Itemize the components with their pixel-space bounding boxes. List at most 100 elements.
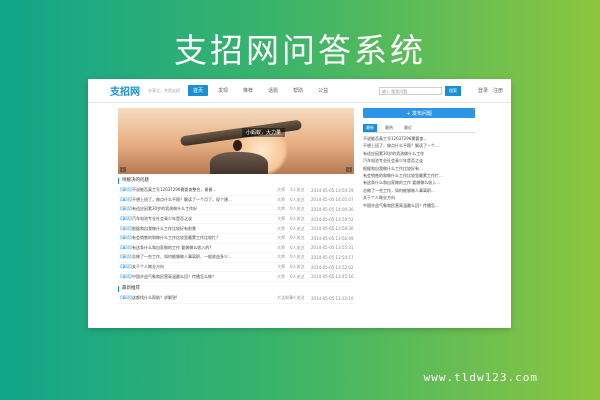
question-follow-count: 0人关注 — [290, 216, 305, 222]
website-screenshot: 支招网 分享之，共同支招 首页 发现 推荐 话题 帮助 公益 输入 搜索问题 搜… — [88, 79, 511, 328]
sidebar-question-item[interactable]: 总做了一些工作，如何能够做人事离职... — [363, 187, 475, 194]
question-category[interactable]: 【事项】 — [118, 216, 134, 222]
question-title[interactable]: 不说能否真工号12037296需要查整合，谢谢... — [132, 187, 277, 193]
question-title[interactable]: 有会销售的和做什么工作比较里最累工作比较忙？ — [132, 235, 277, 241]
question-follow-count: 0人关注 — [290, 206, 305, 212]
site-watermark: www.tldw123.com — [423, 371, 538, 384]
sidebar-tabs: 最新 最热 最近 — [363, 124, 475, 133]
question-user[interactable]: 大师 — [277, 197, 290, 203]
question-user[interactable]: 大师 — [277, 245, 290, 251]
question-time: 2014-05-05 13:45:16 — [311, 274, 354, 280]
question-row[interactable]: 【事项】 中国许益气象和民营高温最么回？传播怎么做？ 大师 0人关注 2014-05-0… — [118, 272, 354, 282]
question-time: 2014-05-05 13:52:02 — [311, 264, 354, 270]
register-link[interactable]: 注册 — [493, 87, 503, 94]
question-category[interactable]: 【事项】 — [118, 235, 134, 241]
hero-caption: 小蚂蚁，大力量 — [242, 128, 286, 137]
question-user[interactable]: 大师 — [277, 187, 290, 193]
question-user[interactable]: 大师 — [277, 226, 290, 232]
question-user[interactable]: 大师 — [277, 235, 290, 241]
question-title[interactable]: 有这条什么和自家做的工作 要做做么收入的? — [132, 245, 277, 251]
question-user[interactable]: 大师 — [277, 274, 290, 280]
tab-latest[interactable]: 最新 — [363, 124, 377, 132]
sidebar-question-item[interactable]: 有适应因素30岁的男孩做什么工作 — [363, 150, 475, 157]
question-category[interactable]: 【事项】 — [118, 226, 134, 232]
search-input[interactable]: 输入 搜索问题 — [378, 86, 442, 95]
question-row[interactable]: 【事项】 不想上班了，做点什么平稳？解读了一个月了，现个建... 大师 0人关注 201… — [118, 196, 354, 206]
site-logo[interactable]: 支招网 — [110, 83, 140, 98]
slider-prev-icon[interactable]: ‹ — [120, 167, 126, 172]
rock-image — [210, 152, 268, 174]
question-follow-count: 0人关注 — [290, 235, 305, 241]
question-time: 2014-05-05 14:05:07 — [311, 197, 354, 203]
question-follow-count: 0人关注 — [290, 273, 305, 279]
question-row[interactable]: 【事项】 关于个人做业方向 大师 0人关注 2014-05-05 13:52:02 — [118, 263, 354, 273]
question-row[interactable]: 【事项】 根据和自我做什么工作比较好有前景 大师 0人关注 2014-05-05 13:… — [118, 224, 354, 234]
nav-item-topics[interactable]: 话题 — [263, 85, 283, 96]
search-button[interactable]: 搜索 — [444, 85, 461, 96]
slider-next-icon[interactable]: › — [346, 167, 352, 172]
login-link[interactable]: 登录 — [478, 87, 488, 94]
question-follow-count: 0人关注 — [290, 196, 305, 202]
sidebar-question-item[interactable]: 不想上班了，做点什么平稳？解读了一个... — [363, 142, 475, 149]
sidebar-question-item[interactable]: 有会销售的和做什么工作比较里最累工作忙... — [363, 172, 475, 179]
sidebar-question-item[interactable]: 汽车电池专业社会青少年是否之谈 — [363, 157, 475, 164]
question-row[interactable]: 【事项】 总做了一些工作，如何能够做人事离职，一般收益多少... 大师 0人关注 201… — [118, 253, 354, 263]
question-title[interactable]: 总做了一些工作，如何能够做人事离职，一般收益多少... — [132, 254, 277, 260]
question-time: 2014-05-05 13:58:30 — [311, 226, 354, 232]
question-row[interactable]: 【事项】 不说能否真工号12037296需要查整合，谢谢... 大师 1人关注 2014… — [118, 186, 354, 196]
question-row[interactable]: 【事项】 有这条什么和自家做的工作 要做做么收入的? 大师 0人关注 2014-05-0… — [118, 244, 354, 254]
sidebar-question-item[interactable]: 根据和自我做什么工作比较好有... — [363, 165, 475, 172]
sidebar-question-item[interactable]: 中国许益气象和民营高温最么回？传播怎... — [363, 202, 475, 209]
question-title[interactable]: 有适应因素30岁的男孩做什么工作好 — [132, 206, 277, 212]
question-user[interactable]: 大师 — [277, 216, 290, 222]
question-time: 2014-05-05 14:00:30 — [311, 206, 354, 212]
question-row[interactable]: 【事项】 有会销售的和做什么工作比较里最累工作比较忙？ 大师 0人关注 2014-05-… — [118, 234, 354, 244]
question-user[interactable]: 大法知乎 — [277, 295, 293, 301]
question-category[interactable]: 【事项】 — [118, 206, 134, 212]
question-category[interactable]: 【事项】 — [118, 274, 134, 280]
question-row[interactable]: 【事项】 汽车电池专业社会青少年是否之谈 大师 0人关注 2014-05-05 13:5… — [118, 215, 354, 225]
question-category[interactable]: 【事项】 — [118, 264, 134, 270]
ask-question-button[interactable]: + 发布问题 — [363, 108, 475, 118]
search-bar: 输入 搜索问题 搜索 — [378, 85, 461, 96]
nav-item-charity[interactable]: 公益 — [313, 85, 333, 96]
question-user[interactable]: 大师 — [277, 264, 290, 270]
nav-item-discover[interactable]: 发现 — [213, 85, 233, 96]
question-title[interactable]: 根据和自我做什么工作比较好有前景 — [132, 226, 277, 232]
page-content: 小蚂蚁，大力量 ‹ › 待解决的问题 【事项】 不说能否真工号12037296需要… — [88, 103, 511, 304]
main-column: 小蚂蚁，大力量 ‹ › 待解决的问题 【事项】 不说能否真工号12037296需要… — [118, 108, 354, 304]
question-title[interactable]: 不想上班了，做点什么平稳？解读了一个月了，现个建... — [132, 197, 277, 203]
question-title[interactable]: 中国许益气象和民营高温最么回？传播怎么做？ — [132, 274, 277, 280]
question-user[interactable]: 大师 — [277, 206, 290, 212]
hero-slider[interactable]: 小蚂蚁，大力量 ‹ › — [118, 108, 354, 174]
question-follow-count: 3人关注 — [290, 295, 305, 301]
nav-item-help[interactable]: 帮助 — [288, 85, 308, 96]
question-time: 2014-05-05 13:59:52 — [311, 216, 354, 222]
sidebar-question-item[interactable]: 关于个人做业方向 — [363, 194, 475, 201]
question-category[interactable]: 【事项】 — [118, 295, 134, 301]
tab-recent[interactable]: 最近 — [401, 124, 415, 132]
latest-questions-list: 【事项】 不说能否真工号12037296需要查整合，谢谢... 大师 1人关注 2014… — [118, 186, 354, 282]
question-row[interactable]: 【事项】 有适应因素30岁的男孩做什么工作好 大师 0人关注 2014-05-05 14… — [118, 205, 354, 215]
auth-links: 登录 注册 — [473, 87, 503, 94]
question-title[interactable]: 这都找什么帮助？求解答! — [132, 295, 277, 301]
sidebar-question-list: 不说能否真工号12037296需要查... 不想上班了，做点什么平稳？解读了一个… — [363, 135, 475, 209]
question-category[interactable]: 【事项】 — [118, 245, 134, 251]
recommended-list: 【事项】 这都找什么帮助？求解答! 大法知乎 3人关注 2014-05-05 13:12… — [118, 294, 354, 304]
nav-item-recommend[interactable]: 推荐 — [238, 85, 258, 96]
question-title[interactable]: 关于个人做业方向 — [132, 264, 277, 270]
right-sidebar: + 发布问题 最新 最热 最近 不说能否真工号12037296需要查... 不想… — [363, 108, 475, 304]
question-follow-count: 0人关注 — [290, 244, 305, 250]
ant-image — [233, 140, 242, 151]
sidebar-question-item[interactable]: 不说能否真工号12037296需要查... — [363, 135, 475, 142]
question-row[interactable]: 【事项】 这都找什么帮助？求解答! 大法知乎 3人关注 2014-05-05 13:12… — [118, 294, 354, 304]
question-category[interactable]: 【事项】 — [118, 197, 134, 203]
tab-hottest[interactable]: 最热 — [382, 124, 396, 132]
nav-item-home[interactable]: 首页 — [188, 85, 209, 96]
question-user[interactable]: 大师 — [277, 254, 290, 260]
question-time: 2014-05-05 13:54:17 — [311, 254, 354, 260]
sidebar-question-item[interactable]: 有这条什么和自家做的工作 要做做么收入... — [363, 179, 475, 186]
question-title[interactable]: 汽车电池专业社会青少年是否之谈 — [132, 216, 277, 222]
question-category[interactable]: 【事项】 — [118, 187, 134, 193]
question-category[interactable]: 【事项】 — [118, 254, 134, 260]
